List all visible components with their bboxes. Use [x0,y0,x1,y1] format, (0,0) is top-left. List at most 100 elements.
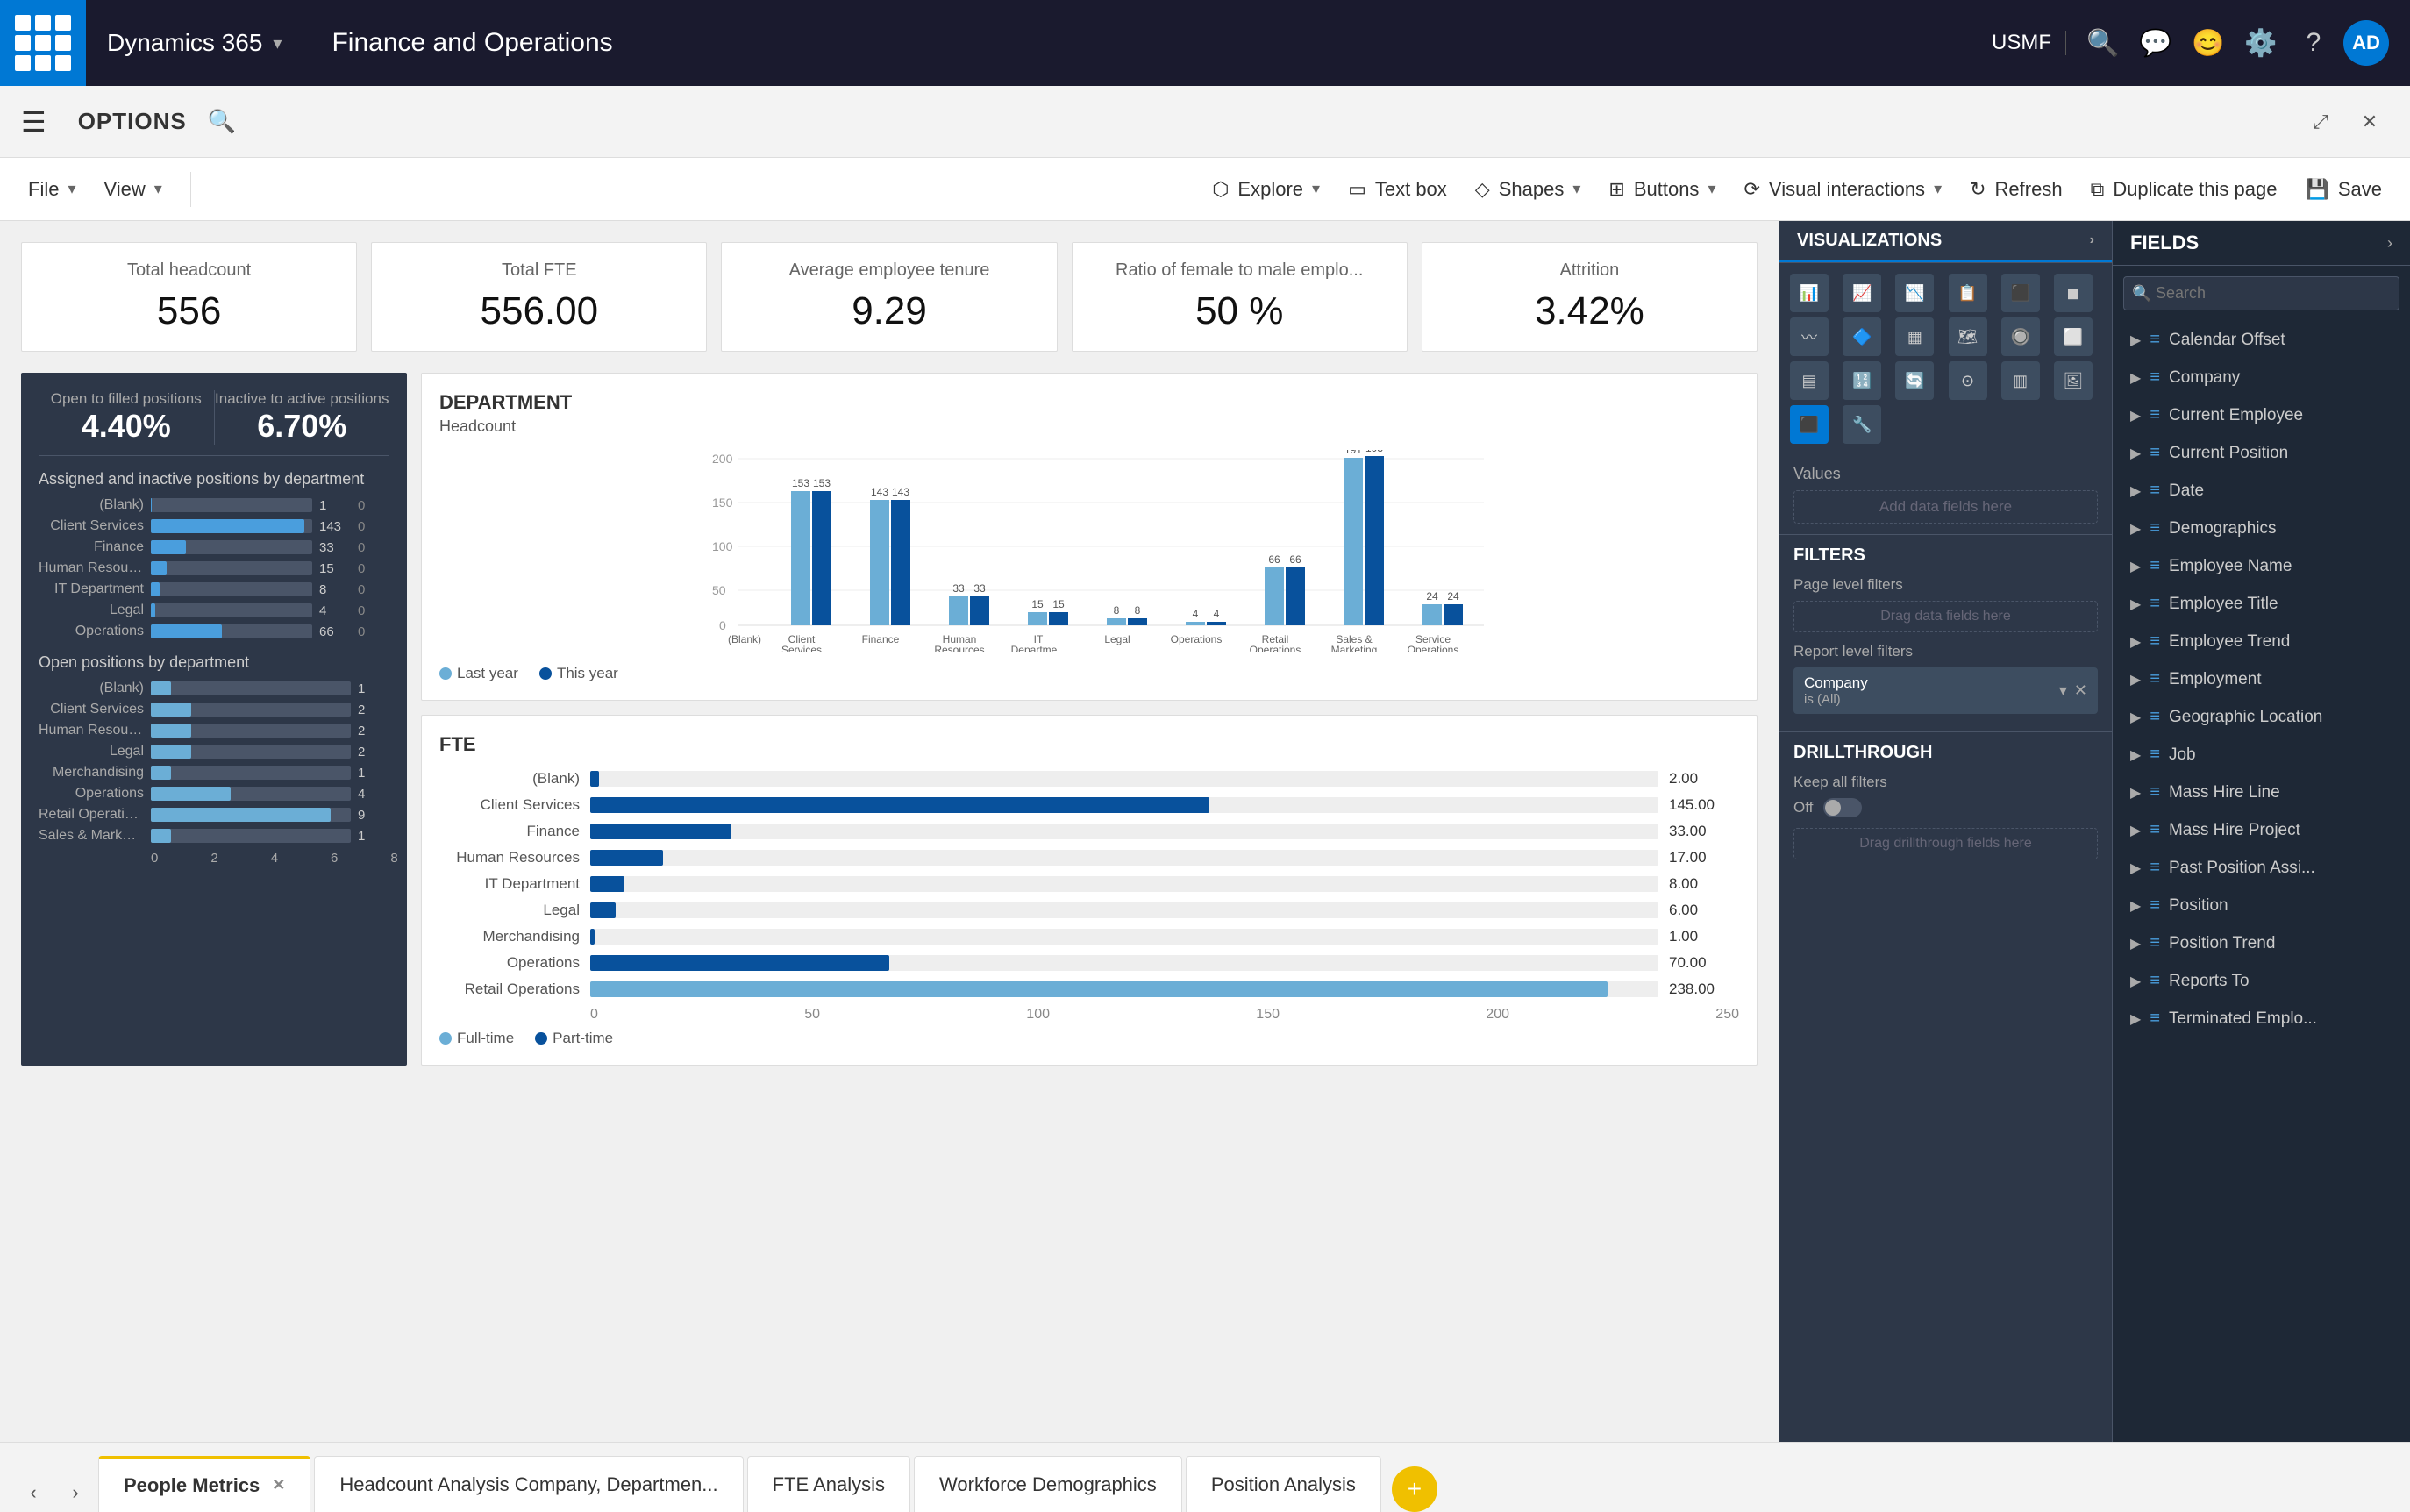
kpi-tenure-value: 9.29 [750,289,1028,333]
svg-text:Marketing: Marketing [1331,644,1378,652]
dynamics365-text: Dynamics 365 [107,29,262,57]
field-reports-to[interactable]: ▶ ≡ Reports To [2113,962,2410,1000]
svg-text:143: 143 [892,486,909,498]
bar-track [151,829,351,843]
field-job[interactable]: ▶ ≡ Job [2113,736,2410,774]
viz-icon-8[interactable]: 🔷 [1843,317,1881,356]
tab-nav-right[interactable]: › [56,1473,95,1512]
field-position[interactable]: ▶ ≡ Position [2113,887,2410,924]
tabs-bar: ‹ › People Metrics ✕ Headcount Analysis … [0,1442,2410,1512]
buttons-icon: ⊞ [1608,178,1624,201]
field-mass-hire-line[interactable]: ▶ ≡ Mass Hire Line [2113,774,2410,811]
viz-icon-15[interactable]: 🔄 [1895,361,1934,400]
field-demographics[interactable]: ▶ ≡ Demographics [2113,510,2410,547]
toggle-switch[interactable] [1823,798,1862,817]
viz-icon-1[interactable]: 📊 [1790,274,1829,312]
textbox-button[interactable]: ▭ Text box [1348,178,1447,201]
viz-icon-7[interactable]: 〰 [1790,317,1829,356]
filter-close-icon[interactable]: ✕ [2074,681,2087,700]
viz-icon-16[interactable]: ⊙ [1949,361,1987,400]
dynamics365-label[interactable]: Dynamics 365 ▾ [86,0,303,86]
page-level-filters-label: Page level filters [1793,576,2098,594]
file-menu[interactable]: File ▾ [28,178,76,201]
svg-text:24: 24 [1447,590,1459,603]
filter-chevron-down-icon[interactable]: ▾ [2059,681,2067,700]
tab-nav-left[interactable]: ‹ [14,1473,53,1512]
buttons-button[interactable]: ⊞ Buttons ▾ [1608,178,1715,201]
viz-icon-5[interactable]: ⬛ [2001,274,2040,312]
hamburger-menu[interactable]: ☰ [21,105,46,139]
viz-icon-3[interactable]: 📉 [1895,274,1934,312]
viz-icon-13[interactable]: ▤ [1790,361,1829,400]
dept-label: Client Services [39,702,144,717]
field-position-trend[interactable]: ▶ ≡ Position Trend [2113,924,2410,962]
tab-fte-analysis[interactable]: FTE Analysis [747,1456,910,1512]
options-search-icon[interactable]: 🔍 [208,108,236,135]
field-company[interactable]: ▶ ≡ Company [2113,359,2410,396]
visual-interactions-button[interactable]: ⟳ Visual interactions ▾ [1743,178,1942,201]
field-terminated-employee[interactable]: ▶ ≡ Terminated Emplo... [2113,1000,2410,1038]
viz-icon-6[interactable]: ◼ [2054,274,2093,312]
field-employee-trend[interactable]: ▶ ≡ Employee Trend [2113,623,2410,660]
toolbar-divider-1 [190,172,191,207]
avatar[interactable]: AD [2343,20,2389,66]
field-employee-title[interactable]: ▶ ≡ Employee Title [2113,585,2410,623]
toggle-off-label: Off [1793,799,1813,817]
save-button[interactable]: 💾 Save [2305,178,2382,201]
viz-icon-11[interactable]: 🔘 [2001,317,2040,356]
viz-icon-14[interactable]: 🔢 [1843,361,1881,400]
assigned-bar-legal: Legal 4 0 [39,603,389,618]
tab-people-metrics-close[interactable]: ✕ [272,1476,285,1494]
refresh-button[interactable]: ↻ Refresh [1970,178,2062,201]
visualizations-tab[interactable]: VISUALIZATIONS › [1779,221,2112,262]
emoji-icon[interactable]: 😊 [2185,20,2231,66]
close-window-icon[interactable]: ✕ [2350,103,2389,141]
tab-headcount-analysis[interactable]: Headcount Analysis Company, Departmen... [314,1456,743,1512]
viz-icon-10[interactable]: 🗺 [1949,317,1987,356]
tab-people-metrics[interactable]: People Metrics ✕ [98,1456,310,1512]
duplicate-page-button[interactable]: ⧉ Duplicate this page [2091,178,2278,201]
svg-text:150: 150 [712,496,733,510]
add-tab-button[interactable]: + [1392,1466,1437,1512]
company-filter-chip[interactable]: Company is (All) ▾ ✕ [1793,667,2098,714]
fields-search-input[interactable] [2123,276,2399,310]
viz-icon-12[interactable]: ⬜ [2054,317,2093,356]
field-calendar-offset[interactable]: ▶ ≡ Calendar Offset [2113,321,2410,359]
tab-position-analysis[interactable]: Position Analysis [1186,1456,1381,1512]
viz-icon-17[interactable]: ▥ [2001,361,2040,400]
viz-icon-9[interactable]: ▦ [1895,317,1934,356]
shapes-button[interactable]: ◇ Shapes ▾ [1475,178,1581,201]
fields-expand-icon[interactable]: › [2387,234,2392,253]
help-icon[interactable]: ? [2291,20,2336,66]
field-current-position[interactable]: ▶ ≡ Current Position [2113,434,2410,472]
field-past-position[interactable]: ▶ ≡ Past Position Assi... [2113,849,2410,887]
field-current-employee[interactable]: ▶ ≡ Current Employee [2113,396,2410,434]
viz-icon-19-active[interactable]: ⬛ [1790,405,1829,444]
svg-text:66: 66 [1289,553,1301,566]
field-employee-name[interactable]: ▶ ≡ Employee Name [2113,547,2410,585]
chat-icon[interactable]: 💬 [2133,20,2178,66]
toggle-row: Off [1793,798,2098,817]
fte-hr: Human Resources 17.00 [439,849,1739,867]
explore-button[interactable]: ⬡ Explore ▾ [1212,178,1320,201]
field-date[interactable]: ▶ ≡ Date [2113,472,2410,510]
viz-icon-20[interactable]: 🔧 [1843,405,1881,444]
viz-icon-4[interactable]: 📋 [1949,274,1987,312]
tab-workforce-demographics[interactable]: Workforce Demographics [914,1456,1182,1512]
settings-icon[interactable]: ⚙️ [2238,20,2284,66]
right-charts: DEPARTMENT Headcount 200 150 100 50 0 [421,373,1758,1066]
viz-icon-2[interactable]: 📈 [1843,274,1881,312]
svg-text:24: 24 [1426,590,1438,603]
svg-text:15: 15 [1052,598,1065,610]
tab-headcount-label: Headcount Analysis Company, Departmen... [339,1473,717,1496]
view-menu[interactable]: View ▾ [104,178,162,201]
field-geographic-location[interactable]: ▶ ≡ Geographic Location [2113,698,2410,736]
maximize-icon[interactable]: ⤢ [2301,103,2340,141]
viz-icon-18[interactable]: 🖼 [2054,361,2093,400]
legend-fulltime: Full-time [439,1030,514,1047]
assigned-bar-hr: Human Resources 15 0 [39,560,389,576]
search-nav-icon[interactable]: 🔍 [2080,20,2126,66]
field-employment[interactable]: ▶ ≡ Employment [2113,660,2410,698]
field-mass-hire-project[interactable]: ▶ ≡ Mass Hire Project [2113,811,2410,849]
waffle-menu[interactable] [0,0,86,86]
